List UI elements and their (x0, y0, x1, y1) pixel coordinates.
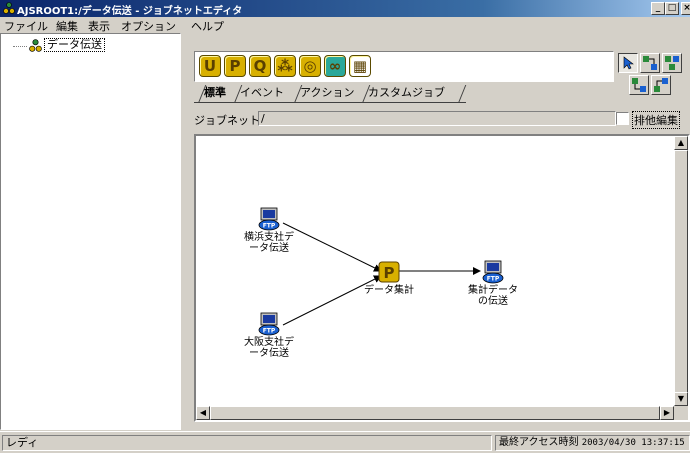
editor-pane: U P Q ⁂ ◎ ∞ ▦ 標準 イベント アクション カスタムジョブ ジョブネ… (186, 33, 690, 430)
remote-jobnet-icon[interactable]: ◎ (299, 55, 321, 77)
tab-action[interactable]: アクション (296, 85, 358, 102)
exclusive-edit-checkbox[interactable] (616, 112, 629, 125)
last-access-label: 最終アクセス時刻 (499, 437, 579, 448)
svg-text:P: P (384, 264, 395, 282)
p-unit-icon[interactable]: P (224, 55, 246, 77)
link-icon[interactable]: ∞ (324, 55, 346, 77)
job-node-label: データ集計 (364, 285, 414, 296)
ftp-job-icon: FTP (482, 260, 504, 284)
svg-text:FTP: FTP (263, 223, 276, 230)
scroll-up-button[interactable]: ▲ (674, 136, 688, 150)
job-node-send[interactable]: FTP 集計データ の伝送 (458, 260, 528, 310)
minimize-button[interactable]: _ (651, 2, 665, 15)
status-bar: レディ 最終アクセス時刻 2003/04/30 13:37:15 (0, 431, 690, 453)
tab-custom-job[interactable]: カスタムジョブ (364, 85, 449, 102)
connect-icon (643, 56, 657, 70)
job-node-aggregate[interactable]: P データ集計 (354, 260, 424, 300)
close-button[interactable]: × (681, 2, 690, 15)
svg-text:FTP: FTP (263, 328, 276, 335)
connect-tool-button[interactable] (640, 53, 660, 73)
vertical-scrollbar[interactable]: ▲ ▼ (674, 136, 688, 406)
align-icon (632, 78, 646, 92)
menu-view[interactable]: 表示 (88, 18, 110, 34)
jobnet-canvas[interactable]: FTP 横浜支社デ ータ伝送 FTP 大阪支社デ ータ伝送 P データ集計 FT… (194, 134, 690, 422)
layout-tool-button[interactable] (651, 75, 671, 95)
tab-divider (458, 85, 467, 103)
relation-tool-button[interactable] (662, 53, 682, 73)
job-node-label: 集計データ の伝送 (468, 285, 518, 307)
ftp-job-icon: FTP (258, 312, 280, 336)
unit-palette: U P Q ⁂ ◎ ∞ ▦ (194, 51, 614, 82)
jobnet-tree[interactable]: データ伝送 (0, 33, 181, 430)
vertical-scroll-thumb[interactable] (674, 150, 688, 395)
align-tool-button[interactable] (629, 75, 649, 95)
job-node-label: 大阪支社デ ータ伝送 (244, 337, 294, 359)
tab-baseline (194, 102, 466, 103)
jobnet-label: ジョブネット: (194, 114, 264, 127)
tab-standard[interactable]: 標準 (200, 85, 230, 102)
last-access-time: 2003/04/30 13:37:15 (581, 438, 685, 448)
scroll-down-button[interactable]: ▼ (674, 392, 688, 406)
exclusive-edit-label[interactable]: 排他編集 (632, 111, 680, 129)
menu-options[interactable]: オプション (121, 18, 176, 34)
layout-icon (654, 78, 668, 92)
scrollbar-corner (674, 406, 688, 420)
job-node-yokohama[interactable]: FTP 横浜支社デ ータ伝送 (234, 207, 304, 267)
flag-icon[interactable]: ▦ (349, 55, 371, 77)
tab-strip: 標準 イベント アクション カスタムジョブ (194, 85, 474, 103)
tree-item-data-transfer[interactable]: データ伝送 (44, 38, 105, 52)
horizontal-scroll-thumb[interactable] (210, 406, 660, 420)
menu-help[interactable]: ヘルプ (191, 18, 224, 34)
menu-file[interactable]: ファイル (4, 18, 48, 34)
status-message: レディ (2, 435, 492, 451)
svg-text:FTP: FTP (487, 276, 500, 283)
menu-edit[interactable]: 編集 (56, 18, 78, 34)
window-title: AJSROOT1:/データ伝送 - ジョブネットエディタ (17, 6, 243, 17)
last-access-status: 最終アクセス時刻 2003/04/30 13:37:15 (495, 435, 690, 451)
job-node-osaka[interactable]: FTP 大阪支社デ ータ伝送 (234, 312, 304, 372)
job-node-label: 横浜支社デ ータ伝送 (244, 232, 294, 254)
u-unit-icon[interactable]: U (199, 55, 221, 77)
relation-icon (665, 56, 679, 70)
jobnet-tree-icon (29, 39, 42, 52)
jobnet-icon[interactable]: ⁂ (274, 55, 296, 77)
app-icon (3, 2, 15, 14)
ftp-job-icon: FTP (258, 207, 280, 231)
menu-bar: ファイル 編集 表示 オプション ヘルプ (0, 17, 690, 33)
tab-event[interactable]: イベント (236, 85, 288, 102)
scroll-left-button[interactable]: ◀ (196, 406, 210, 420)
jobnet-path-field[interactable]: / (258, 111, 616, 126)
maximize-button[interactable]: □ (665, 2, 679, 15)
pointer-icon (623, 56, 634, 70)
p-unit-icon: P (378, 261, 400, 283)
title-bar[interactable]: AJSROOT1:/データ伝送 - ジョブネットエディタ _ □ × (0, 0, 690, 17)
select-tool-button[interactable] (618, 53, 638, 73)
scroll-right-button[interactable]: ▶ (660, 406, 674, 420)
horizontal-scrollbar[interactable]: ◀ ▶ (196, 406, 674, 420)
q-unit-icon[interactable]: Q (249, 55, 271, 77)
tree-connector (13, 46, 27, 47)
